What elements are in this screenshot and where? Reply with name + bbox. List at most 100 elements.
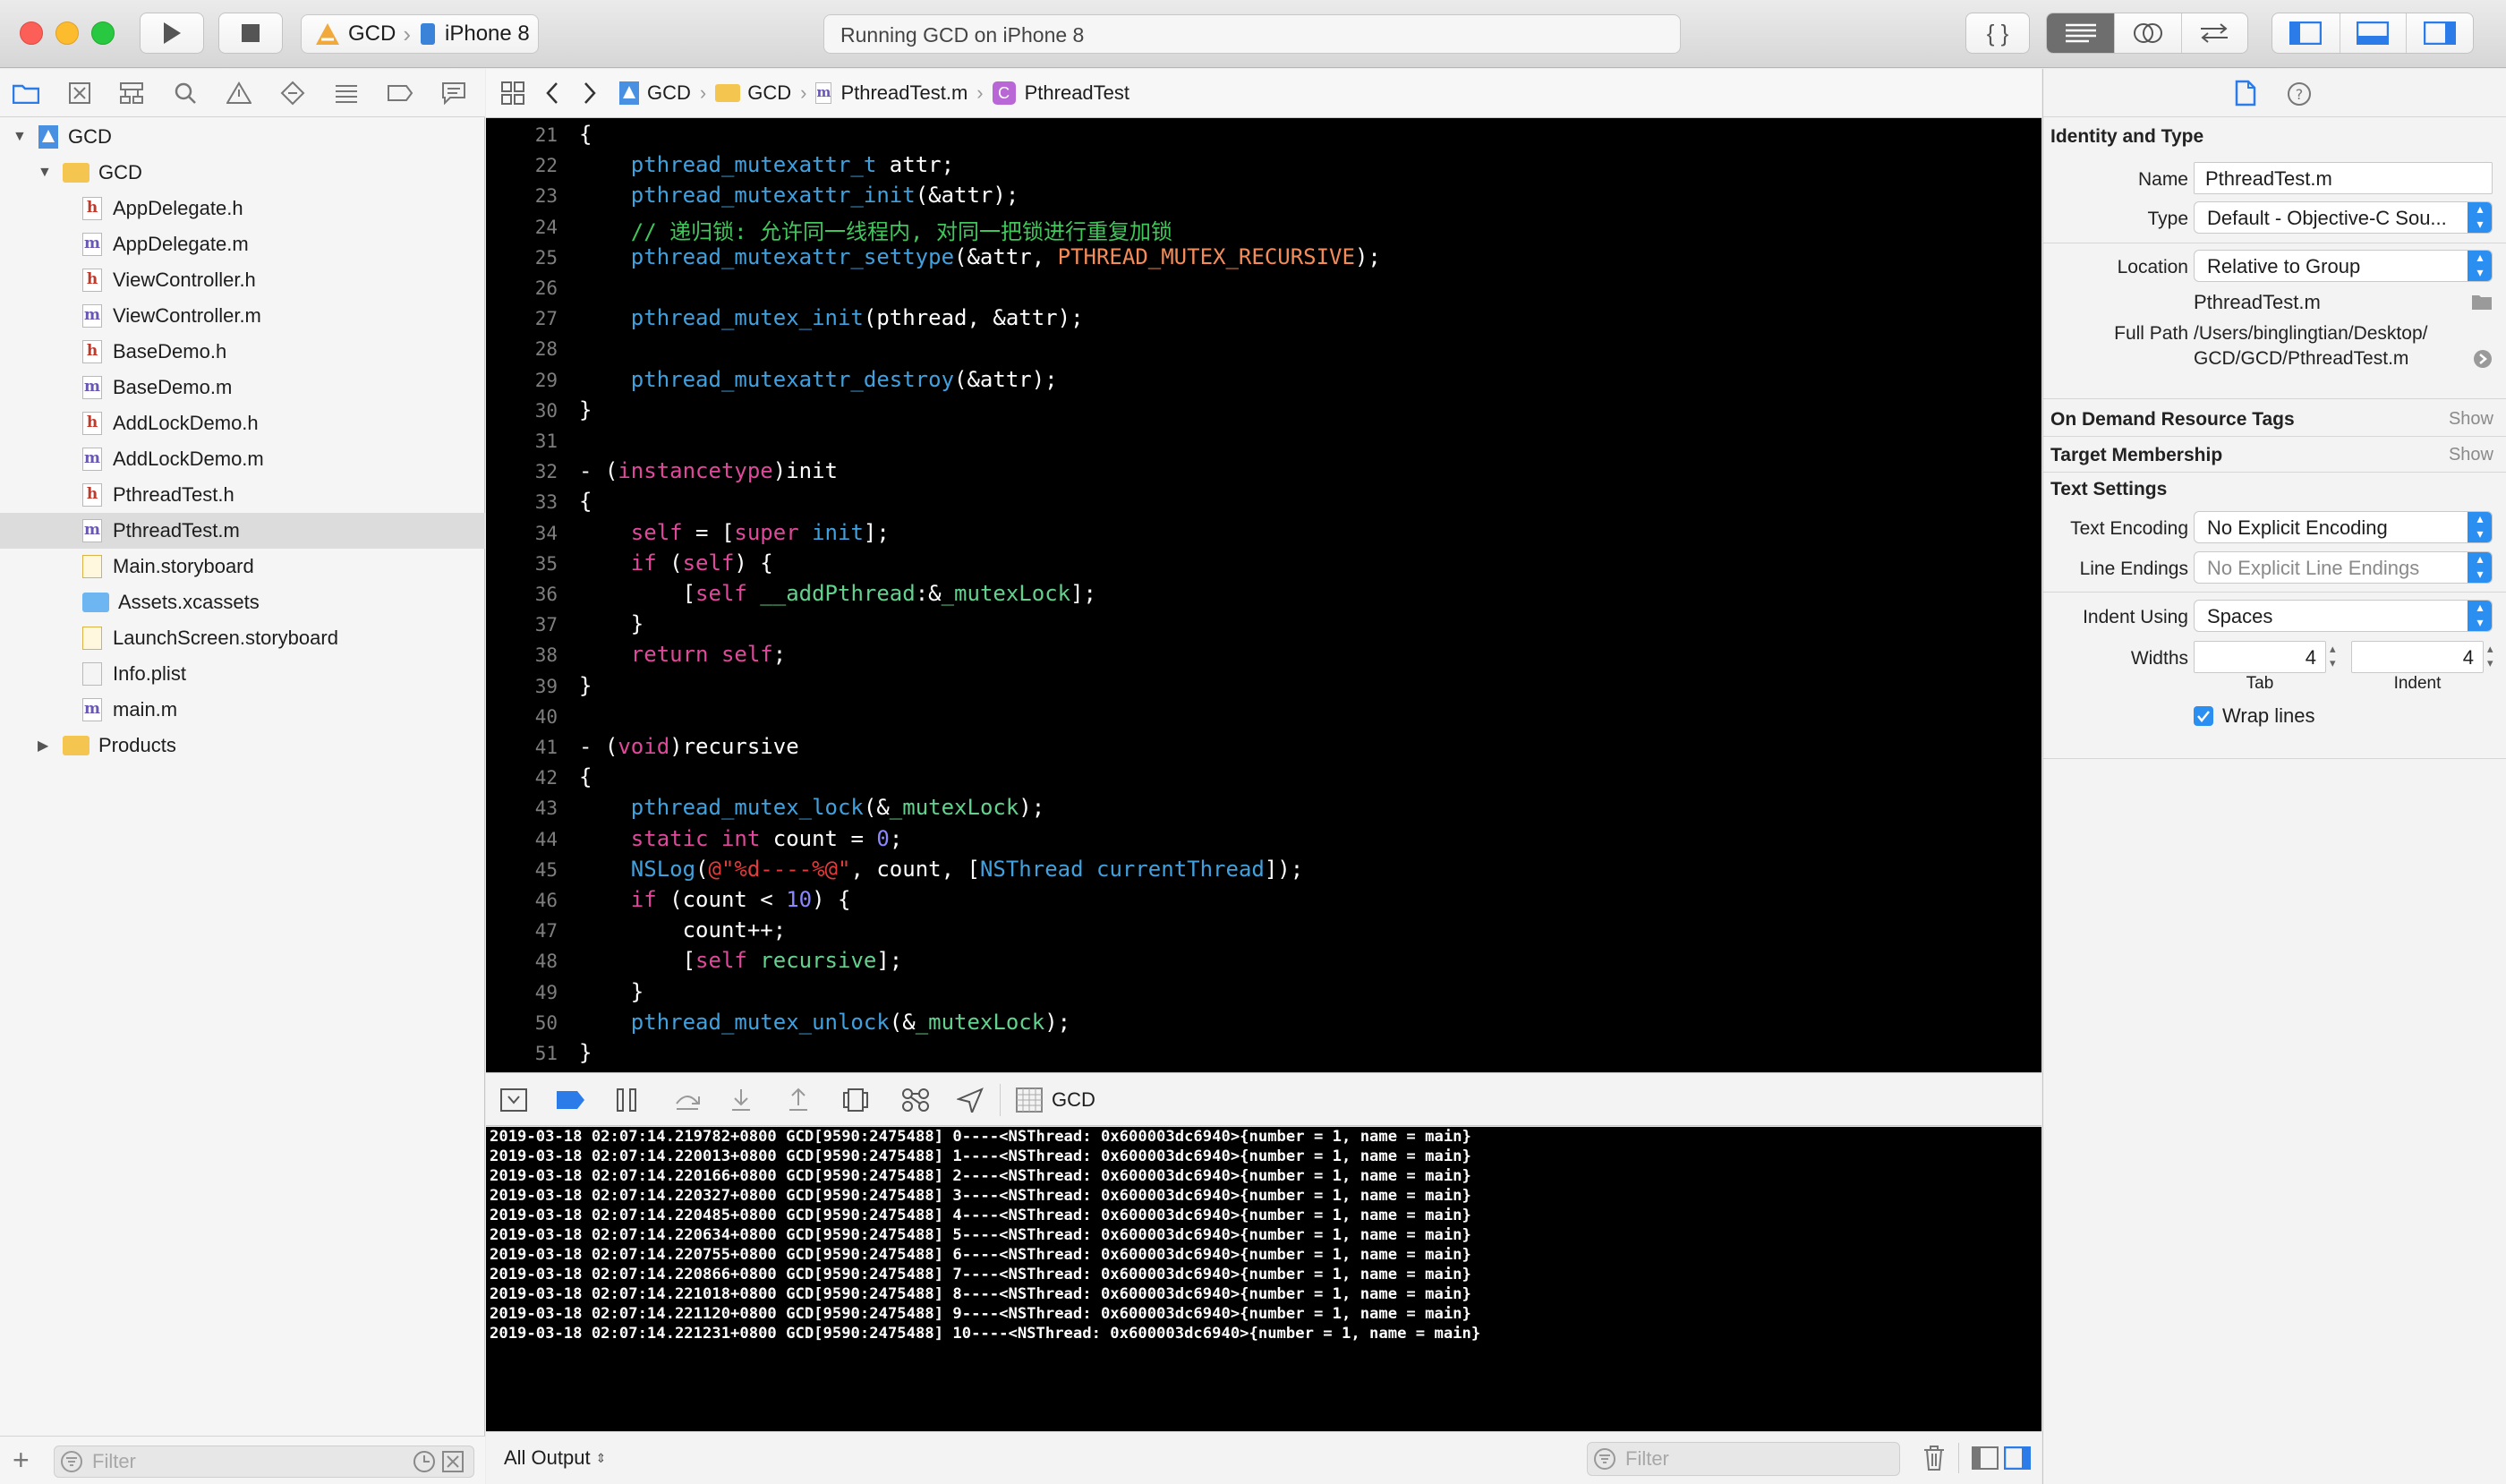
file-tree-item[interactable]: ▼ GCD xyxy=(0,155,485,191)
target-membership-show-button[interactable]: Show xyxy=(2449,445,2493,465)
code-line[interactable]: } xyxy=(579,1040,592,1065)
code-line[interactable]: - (instancetype)init xyxy=(579,458,838,483)
code-line[interactable]: pthread_mutex_unlock(&_mutexLock); xyxy=(579,1010,1070,1035)
text-encoding-popup[interactable]: No Explicit Encoding ▴ ▾ xyxy=(2194,511,2493,543)
code-line[interactable]: { xyxy=(579,489,592,514)
find-navigator-tab[interactable] xyxy=(170,78,200,108)
file-tree-item[interactable]: h AddLockDemo.h xyxy=(0,405,485,441)
code-line[interactable]: - (void)recursive xyxy=(579,734,799,759)
related-items-icon[interactable] xyxy=(500,81,525,106)
source-control-filter-icon[interactable] xyxy=(441,1450,465,1473)
code-line[interactable]: pthread_mutex_init(pthread, &attr); xyxy=(579,305,1084,330)
file-tree-item[interactable]: ▶ Products xyxy=(0,728,485,763)
breakpoints-toggle-icon[interactable] xyxy=(556,1090,586,1110)
variables-view-toggle-icon[interactable] xyxy=(1972,1446,1999,1470)
code-line[interactable]: if (self) { xyxy=(579,550,773,576)
code-line[interactable]: { xyxy=(579,122,592,147)
code-line[interactable]: pthread_mutexattr_t attr; xyxy=(579,152,954,177)
console-output[interactable]: 2019-03-18 02:07:14.219782+0800 GCD[9590… xyxy=(486,1127,2041,1431)
code-line[interactable]: } xyxy=(579,397,592,422)
breadcrumb-file[interactable]: m PthreadTest.m xyxy=(815,81,967,105)
scheme-selector[interactable]: GCD › iPhone 8 xyxy=(301,14,539,54)
run-button[interactable] xyxy=(140,13,204,54)
file-tree-item[interactable]: m main.m xyxy=(0,692,485,728)
odr-show-button[interactable]: Show xyxy=(2449,409,2493,430)
symbol-navigator-tab[interactable] xyxy=(116,78,147,108)
breadcrumb-group[interactable]: GCD xyxy=(715,81,791,105)
file-tree-item[interactable]: h BaseDemo.h xyxy=(0,334,485,370)
file-tree-item[interactable]: h AppDelegate.h xyxy=(0,191,485,226)
navigator-filter-field[interactable]: Filter xyxy=(54,1446,474,1478)
file-tree-item[interactable]: m PthreadTest.m xyxy=(0,513,485,549)
code-line[interactable]: [self __addPthread:&_mutexLock]; xyxy=(579,581,1096,606)
add-file-button[interactable]: + xyxy=(13,1446,30,1474)
tab-width-field[interactable]: 4 xyxy=(2194,641,2326,673)
step-out-icon[interactable] xyxy=(787,1087,810,1113)
step-over-icon[interactable] xyxy=(674,1087,701,1113)
source-editor[interactable]: 21 {22 pthread_mutexattr_t attr; 23 pthrea… xyxy=(486,118,2041,1072)
disclosure-triangle-icon[interactable]: ▼ xyxy=(38,165,54,181)
quick-help-tab-icon[interactable]: ? xyxy=(2287,81,2312,107)
file-tree-item[interactable]: Info.plist xyxy=(0,656,485,692)
reveal-in-finder-icon[interactable] xyxy=(2473,349,2493,369)
report-navigator-tab[interactable] xyxy=(439,78,469,108)
view-hierarchy-icon[interactable] xyxy=(842,1087,869,1113)
code-line[interactable]: { xyxy=(579,764,592,789)
location-popup[interactable]: Relative to Group ▴ ▾ xyxy=(2194,250,2493,282)
standard-editor-button[interactable] xyxy=(2047,13,2115,53)
output-selector[interactable]: All Output ⇕ xyxy=(504,1446,606,1470)
version-editor-button[interactable] xyxy=(2180,13,2247,53)
file-tree-item[interactable]: m ViewController.m xyxy=(0,298,485,334)
code-line[interactable]: count++; xyxy=(579,917,787,942)
file-tree-item[interactable]: m AddLockDemo.m xyxy=(0,441,485,477)
memory-graph-icon[interactable] xyxy=(901,1087,930,1113)
step-into-icon[interactable] xyxy=(729,1087,753,1113)
code-line[interactable]: } xyxy=(579,611,644,636)
issue-navigator-tab[interactable] xyxy=(224,78,254,108)
test-navigator-tab[interactable] xyxy=(277,78,308,108)
file-tree-item[interactable]: h PthreadTest.h xyxy=(0,477,485,513)
code-line[interactable]: [self recursive]; xyxy=(579,948,903,973)
code-line[interactable]: pthread_mutex_lock(&_mutexLock); xyxy=(579,795,1044,820)
breakpoint-navigator-tab[interactable] xyxy=(385,78,415,108)
file-inspector-tab-icon[interactable] xyxy=(2235,80,2256,107)
toggle-navigator-button[interactable] xyxy=(2272,13,2340,53)
location-arrow-icon[interactable] xyxy=(957,1087,984,1113)
zoom-window-button[interactable] xyxy=(91,21,115,45)
code-line[interactable]: pthread_mutexattr_init(&attr); xyxy=(579,183,1019,208)
close-window-button[interactable] xyxy=(20,21,43,45)
disclosure-triangle-icon[interactable]: ▶ xyxy=(38,737,54,755)
file-tree-item[interactable]: m AppDelegate.m xyxy=(0,226,485,262)
line-endings-popup[interactable]: No Explicit Line Endings ▴ ▾ xyxy=(2194,551,2493,584)
code-line[interactable]: if (count < 10) { xyxy=(579,887,851,912)
console-filter-field[interactable]: Filter xyxy=(1587,1442,1900,1476)
hide-debug-area-icon[interactable] xyxy=(500,1088,527,1112)
code-line[interactable]: } xyxy=(579,979,644,1004)
code-line[interactable]: static int count = 0; xyxy=(579,826,902,851)
file-tree-item[interactable]: h ViewController.h xyxy=(0,262,485,298)
console-view-toggle-icon[interactable] xyxy=(2004,1446,2031,1470)
wrap-lines-checkbox[interactable]: Wrap lines xyxy=(2194,704,2315,728)
tab-width-stepper-icon[interactable]: ▴ ▾ xyxy=(2330,642,2336,670)
code-line[interactable]: pthread_mutexattr_settype(&attr, PTHREAD… xyxy=(579,244,1381,269)
library-button[interactable]: { } xyxy=(1965,13,2030,54)
file-tree-item[interactable]: LaunchScreen.storyboard xyxy=(0,620,485,656)
toggle-debug-area-button[interactable] xyxy=(2339,13,2407,53)
code-line[interactable]: NSLog(@"%d----%@", count, [NSThread curr… xyxy=(579,857,1303,882)
type-popup[interactable]: Default - Objective-C Sou... ▴ ▾ xyxy=(2194,201,2493,234)
file-tree-item[interactable]: Main.storyboard xyxy=(0,549,485,584)
breadcrumb-project[interactable]: GCD xyxy=(618,81,691,106)
indent-width-stepper-icon[interactable]: ▴ ▾ xyxy=(2487,642,2493,670)
source-control-navigator-tab[interactable] xyxy=(64,78,95,108)
reveal-folder-icon[interactable] xyxy=(2471,293,2493,311)
toggle-inspector-button[interactable] xyxy=(2406,13,2473,53)
indent-width-field[interactable]: 4 xyxy=(2351,641,2484,673)
indent-using-popup[interactable]: Spaces ▴ ▾ xyxy=(2194,600,2493,632)
code-line[interactable]: } xyxy=(579,673,592,698)
code-line[interactable]: pthread_mutexattr_destroy(&attr); xyxy=(579,367,1058,392)
project-navigator-tab[interactable] xyxy=(11,78,41,108)
file-tree-item[interactable]: Assets.xcassets xyxy=(0,584,485,620)
disclosure-triangle-icon[interactable]: ▼ xyxy=(13,129,29,145)
file-tree-item[interactable]: ▼ GCD xyxy=(0,119,485,155)
recent-files-icon[interactable] xyxy=(413,1450,436,1473)
